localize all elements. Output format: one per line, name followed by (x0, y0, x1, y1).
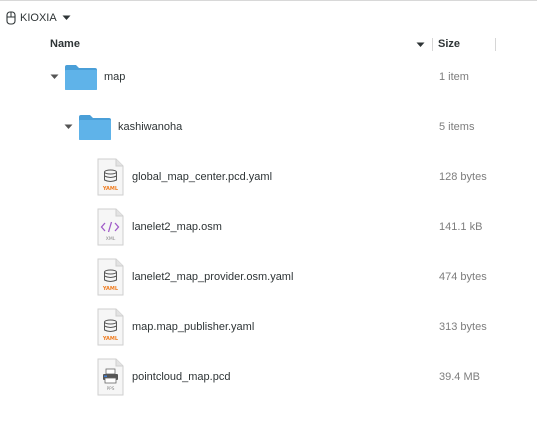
column-separator[interactable] (495, 38, 496, 51)
size-column-header[interactable]: Size (438, 38, 460, 50)
icon-label: PPS (107, 386, 115, 391)
file-name: global_map_center.pcd.yaml (132, 171, 273, 183)
tree-row-file[interactable]: YAML map.map_publisher.yaml 313 bytes (0, 303, 537, 353)
drive-icon (6, 11, 16, 25)
file-size: 128 bytes (439, 171, 487, 183)
icon-label: YAML (102, 286, 119, 292)
pcd-file-icon: PPS (97, 358, 124, 396)
column-separator[interactable] (432, 38, 433, 51)
yaml-file-icon: YAML (97, 308, 124, 346)
file-manager-window: KIOXIA Name Size map 1 item kashiwanoha … (0, 0, 537, 428)
file-size: 141.1 kB (439, 221, 483, 233)
tree-row-file[interactable]: PPS pointcloud_map.pcd 39.4 MB (0, 353, 537, 403)
file-size: 5 items (439, 121, 475, 133)
icon-label: YAML (102, 336, 119, 342)
file-size: 474 bytes (439, 271, 487, 283)
yaml-file-icon: YAML (97, 158, 124, 196)
file-name: lanelet2_map_provider.osm.yaml (132, 271, 294, 283)
folder-icon (79, 115, 111, 140)
file-size: 313 bytes (439, 321, 487, 333)
file-size: 1 item (439, 71, 469, 83)
file-name: pointcloud_map.pcd (132, 371, 231, 383)
name-column-header[interactable]: Name (50, 38, 80, 50)
top-border (0, 0, 537, 1)
expander-expanded-icon[interactable] (64, 124, 73, 130)
file-name: lanelet2_map.osm (132, 221, 222, 233)
icon-label: YAML (102, 186, 119, 192)
folder-icon (65, 65, 97, 90)
yaml-file-icon: YAML (97, 258, 124, 296)
column-header: Name Size (0, 34, 537, 54)
tree-row-file[interactable]: YAML lanelet2_map_provider.osm.yaml 474 … (0, 253, 537, 303)
tree-row-file[interactable]: XML lanelet2_map.osm 141.1 kB (0, 203, 537, 253)
drive-label: KIOXIA (20, 12, 57, 24)
icon-label: XML (106, 236, 116, 242)
xml-file-icon: XML (97, 208, 124, 246)
sort-descending-icon[interactable] (416, 42, 425, 48)
tree-row-file[interactable]: YAML global_map_center.pcd.yaml 128 byte… (0, 153, 537, 203)
file-name: kashiwanoha (118, 121, 183, 133)
file-name: map (104, 71, 126, 83)
file-size: 39.4 MB (439, 371, 480, 383)
chevron-down-icon[interactable] (62, 15, 71, 21)
expander-expanded-icon[interactable] (50, 74, 59, 80)
location-button[interactable]: KIOXIA (6, 10, 71, 26)
file-name: map.map_publisher.yaml (132, 321, 255, 333)
tree-row-kashiwanoha[interactable]: kashiwanoha 5 items (0, 103, 537, 153)
tree-row-map[interactable]: map 1 item (0, 53, 537, 103)
